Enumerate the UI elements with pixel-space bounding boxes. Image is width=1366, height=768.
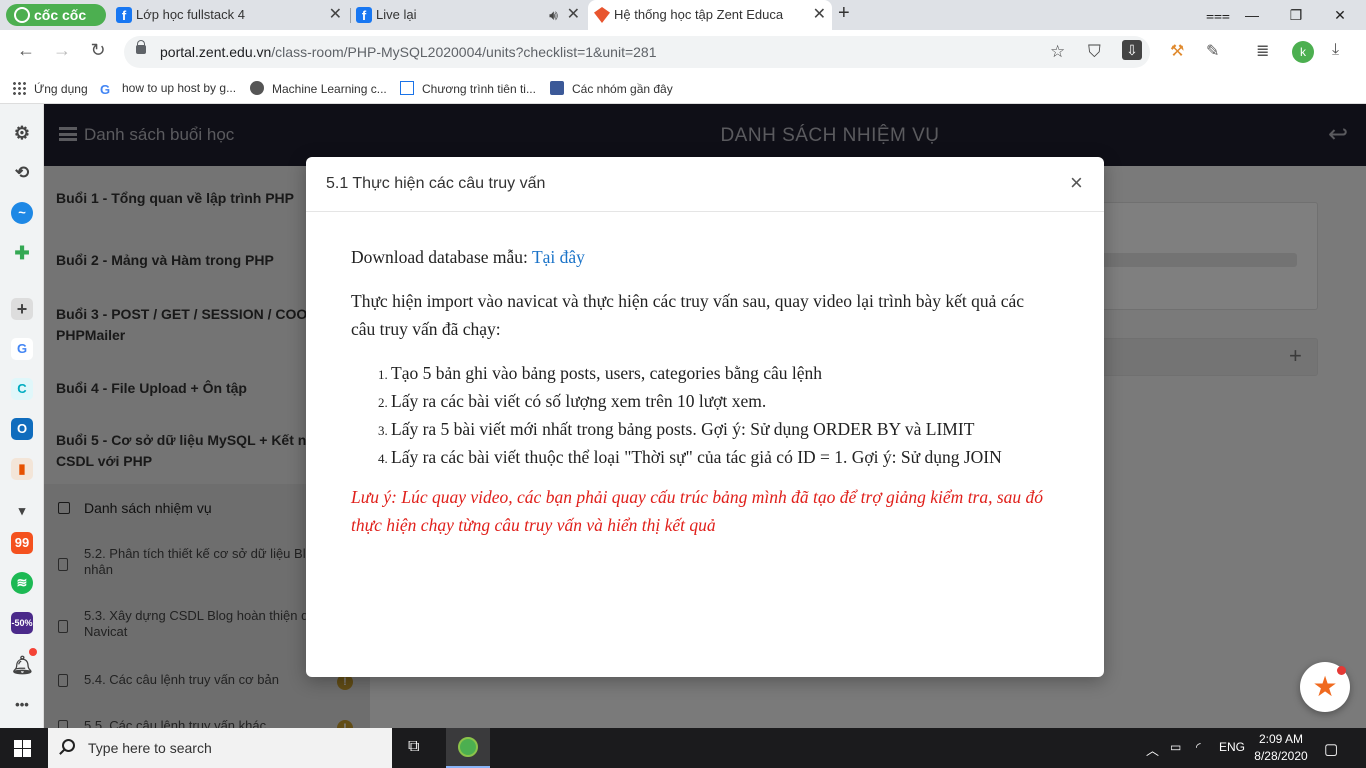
clock-time: 2:09 AM xyxy=(1258,732,1304,746)
restore-button[interactable]: ❐ xyxy=(1274,0,1318,30)
bookmark-apps[interactable]: Ứng dụng xyxy=(12,81,88,96)
add-app-icon[interactable]: + xyxy=(11,298,33,320)
modal-header: 5.1 Thực hiện các câu truy vấn × xyxy=(306,157,1104,212)
coccoc-brand-text: cốc cốc xyxy=(34,7,87,23)
reload-button[interactable]: ↻ xyxy=(86,40,110,61)
extension-dropper-icon[interactable]: ✎ xyxy=(1206,41,1219,61)
windows-start-icon[interactable] xyxy=(14,740,31,757)
gamepad-icon[interactable]: ✚ xyxy=(11,242,33,264)
facebook-icon: f xyxy=(356,7,372,23)
intro-text: Thực hiện import vào navicat và thực hiệ… xyxy=(351,291,1025,339)
google-icon[interactable]: G xyxy=(11,338,33,360)
bookmark-groups[interactable]: Các nhóm gần đây xyxy=(550,81,673,96)
task-view-icon[interactable]: ⧉ xyxy=(408,738,419,756)
outlook-icon[interactable]: O xyxy=(11,418,33,440)
new-tab-button[interactable]: + xyxy=(838,2,850,25)
task-item: Lấy ra các bài viết có số lượng xem trên… xyxy=(391,387,1051,415)
history-icon[interactable]: ⟲ xyxy=(11,162,33,184)
notification-center-icon[interactable]: ▢ xyxy=(1324,740,1338,758)
taskbar-clock[interactable]: 2:09 AM 8/28/2020 xyxy=(1248,731,1314,765)
tab-live-lai[interactable]: f Live lại 🔊︎ ✕ xyxy=(350,0,586,30)
more-icon[interactable]: ••• xyxy=(11,694,33,716)
back-button[interactable]: ← xyxy=(14,40,38,61)
playlist-icon[interactable]: ≣ xyxy=(1256,41,1269,61)
profile-avatar[interactable]: k xyxy=(1292,41,1314,63)
extension-hammer-icon[interactable]: ⚒ xyxy=(1170,41,1184,61)
task-item: Tạo 5 bản ghi vào bảng posts, users, cat… xyxy=(391,359,1051,387)
forward-button[interactable]: → xyxy=(50,40,74,61)
star-icon: ★ xyxy=(1312,671,1338,702)
shield-icon[interactable]: ⛉ xyxy=(1088,42,1101,62)
wifi-icon[interactable]: ◜ xyxy=(1196,740,1201,754)
window-close-button[interactable]: ✕ xyxy=(1318,0,1362,30)
battery-icon[interactable]: ▭ xyxy=(1170,740,1181,754)
close-icon[interactable]: ✕ xyxy=(329,0,342,30)
notification-dot xyxy=(29,648,37,656)
download-link[interactable]: Tại đây xyxy=(532,247,585,267)
shopee-icon[interactable]: 99 xyxy=(11,532,33,554)
address-bar[interactable]: portal.zent.edu.vn/class-room/PHP-MySQL2… xyxy=(124,36,1150,68)
star-icon[interactable]: ☆ xyxy=(1050,42,1065,62)
coccoc-logo-icon xyxy=(14,7,30,23)
close-icon[interactable]: × xyxy=(1070,170,1083,196)
note-text: Lưu ý: Lúc quay video, các bạn phải quay… xyxy=(351,487,1044,535)
tab-title: Lớp học fullstack 4 xyxy=(136,7,245,22)
groups-icon xyxy=(550,81,564,95)
bookmark-chuong-trinh[interactable]: Chương trình tiên ti... xyxy=(400,81,536,96)
zent-icon xyxy=(594,7,610,23)
taskbar-search-placeholder: Type here to search xyxy=(88,740,212,756)
office-icon[interactable]: ▮ xyxy=(11,458,33,480)
search-icon xyxy=(62,739,75,752)
spotify-icon[interactable]: ≋ xyxy=(11,572,33,594)
facebook-icon: f xyxy=(116,7,132,23)
tab-lop-hoc[interactable]: f Lớp học fullstack 4 ✕ xyxy=(110,0,348,30)
tiki-icon[interactable]: -50% xyxy=(11,612,33,634)
minimize-button[interactable]: — xyxy=(1230,0,1274,30)
windows-taskbar: Type here to search ⧉ ︿ ▭ ◜ ENG 2:09 AM … xyxy=(0,728,1366,768)
language-indicator[interactable]: ENG xyxy=(1219,740,1245,754)
globe-icon xyxy=(250,81,264,95)
task-modal: 5.1 Thực hiện các câu truy vấn × Downloa… xyxy=(306,157,1104,677)
close-icon[interactable]: ✕ xyxy=(813,0,826,30)
coccoc-icon xyxy=(458,737,478,757)
task-item: Lấy ra 5 bài viết mới nhất trong bảng po… xyxy=(391,415,1051,443)
download-text: Download database mẫu: xyxy=(351,247,532,267)
taskbar-search-box[interactable]: Type here to search xyxy=(48,728,392,768)
app-sidebar: ⚙ ⟲ ~ ✚ + G C O ▮ ▾ 99 ≋ -50% 🔔︎ ••• xyxy=(0,104,44,728)
task-item: Lấy ra các bài viết thuộc thể loại "Thời… xyxy=(391,443,1051,471)
download-line: Download database mẫu: Tại đây xyxy=(351,243,1051,271)
coccoc-logo[interactable]: cốc cốc xyxy=(6,4,106,26)
close-icon[interactable]: ✕ xyxy=(567,0,580,30)
notification-dot xyxy=(1337,666,1346,675)
modal-body: Download database mẫu: Tại đây Thực hiện… xyxy=(351,243,1051,555)
gear-icon[interactable]: ⚙ xyxy=(11,122,33,144)
bell-icon[interactable]: 🔔︎ xyxy=(11,654,34,676)
chevron-up-icon[interactable]: ︿ xyxy=(1146,740,1159,759)
bookmarks-bar: Ứng dụng Ghow to up host by g... Machine… xyxy=(0,74,1366,104)
tab-zent[interactable]: Hệ thống học tập Zent Educa ✕ xyxy=(588,0,832,30)
url-text[interactable]: portal.zent.edu.vn/class-room/PHP-MySQL2… xyxy=(160,44,657,60)
clock-date: 8/28/2020 xyxy=(1254,749,1308,763)
c-app-icon[interactable]: C xyxy=(11,378,33,400)
browser-tab-bar: cốc cốc f Lớp học fullstack 4 ✕ f Live l… xyxy=(0,0,1366,30)
modal-title: 5.1 Thực hiện các câu truy vấn xyxy=(326,175,546,192)
taskbar-coccoc-app[interactable] xyxy=(446,728,490,768)
download-icon[interactable]: ⇩ xyxy=(1122,40,1142,60)
bookmark-host[interactable]: Ghow to up host by g... xyxy=(100,81,236,97)
google-icon: G xyxy=(100,82,111,97)
bookmark-ml[interactable]: Machine Learning c... xyxy=(250,81,387,96)
tab-title: Hệ thống học tập Zent Educa xyxy=(614,7,784,22)
chevron-down-icon[interactable]: ▾ xyxy=(11,500,33,522)
downloads-icon[interactable]: ⤓ xyxy=(1332,41,1339,59)
doc-icon xyxy=(400,81,414,95)
tab-title: Live lại xyxy=(376,7,417,22)
apps-grid-icon xyxy=(12,81,26,95)
messenger-icon[interactable]: ~ xyxy=(11,202,33,224)
speaker-icon[interactable]: 🔊︎ xyxy=(549,0,558,30)
task-list: Tạo 5 bản ghi vào bảng posts, users, cat… xyxy=(391,359,1051,471)
lock-icon xyxy=(136,40,146,54)
